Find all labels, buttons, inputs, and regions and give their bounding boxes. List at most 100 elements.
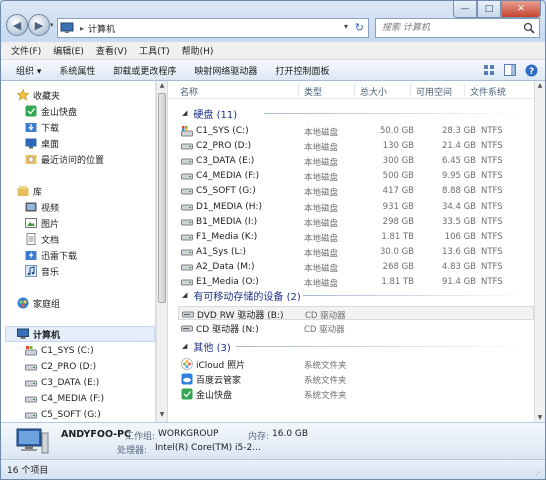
- scroll-up-arrow-icon[interactable]: ▲: [157, 82, 167, 92]
- collapse-triangle-icon[interactable]: ◢: [182, 109, 187, 117]
- dvd-drive-icon: [182, 308, 194, 320]
- help-icon[interactable]: ?: [523, 62, 539, 78]
- back-button[interactable]: ◀: [6, 14, 28, 36]
- sidebar-drive-c[interactable]: C1_SYS (C:): [25, 343, 94, 359]
- sidebar-item-label: 图片: [41, 219, 60, 230]
- sidebar-drive-e[interactable]: C3_DATA (E:): [25, 375, 99, 391]
- cd-drive-icon: [181, 322, 193, 334]
- sidebar-item-label: C3_DATA (E:): [41, 378, 100, 388]
- column-free-space[interactable]: 可用空间: [416, 85, 452, 98]
- device-row[interactable]: DVD RW 驱动器 (B:) CD 驱动器: [178, 306, 534, 321]
- map-network-drive-button[interactable]: 映射网络驱动器: [185, 64, 266, 77]
- disk-row[interactable]: B1_MEDIA (I:) 本地磁盘 298 GB 33.5 GB NTFS: [178, 215, 534, 229]
- refresh-icon[interactable]: ↻: [355, 21, 364, 34]
- column-file-system[interactable]: 文件系统: [470, 85, 506, 98]
- scroll-thumb[interactable]: [158, 93, 166, 303]
- sidebar-computer[interactable]: 计算机: [5, 326, 155, 342]
- disk-row[interactable]: C5_SOFT (G:) 本地磁盘 417 GB 8.88 GB NTFS: [178, 184, 534, 198]
- group-title: 其他 (3): [193, 342, 231, 354]
- hard-drive-icon: [181, 155, 193, 167]
- resize-grip-icon[interactable]: ⋰: [535, 468, 543, 477]
- disk-label: D1_MEDIA (H:): [196, 201, 263, 212]
- disk-row[interactable]: D1_MEDIA (H:) 本地磁盘 931 GB 34.4 GB NTFS: [178, 200, 534, 214]
- sidebar-computer-label: 计算机: [33, 330, 61, 341]
- column-total-size[interactable]: 总大小: [360, 85, 387, 98]
- scroll-down-arrow-icon[interactable]: ▼: [535, 414, 545, 421]
- disk-row[interactable]: F1_Media (K:) 本地磁盘 1.81 TB 106 GB NTFS: [178, 230, 534, 244]
- menu-view[interactable]: 查看(V): [90, 44, 133, 57]
- navigation-scrollbar[interactable]: ▲ ▼: [156, 81, 167, 422]
- disk-total-size: 1.81 TB: [381, 231, 414, 242]
- sidebar-libraries[interactable]: 库: [17, 183, 42, 199]
- open-control-panel-button[interactable]: 打开控制面板: [266, 64, 338, 77]
- column-name[interactable]: 名称: [180, 85, 198, 98]
- sidebar-item-desktop[interactable]: 桌面: [25, 135, 59, 151]
- disk-row[interactable]: C4_MEDIA (F:) 本地磁盘 500 GB 9.95 GB NTFS: [178, 169, 534, 183]
- change-view-icon[interactable]: [481, 62, 497, 78]
- collapse-triangle-icon[interactable]: ◢: [182, 291, 187, 299]
- sidebar-drive-f[interactable]: C4_MEDIA (F:): [25, 391, 104, 407]
- uninstall-program-button[interactable]: 卸载或更改程序: [104, 64, 185, 77]
- disk-row[interactable]: C2_PRO (D:) 本地磁盘 130 GB 21.4 GB NTFS: [178, 139, 534, 153]
- content-scrollbar[interactable]: ▲ ▼: [534, 81, 545, 422]
- menu-tools[interactable]: 工具(T): [133, 44, 176, 57]
- disk-row[interactable]: C1_SYS (C:) 本地磁盘 50.0 GB 28.3 GB NTFS: [178, 124, 534, 138]
- file-list: 名称 类型 总大小 可用空间 文件系统 ◢ 硬盘 (11) C1_SYS (C:…: [168, 81, 534, 422]
- hard-drive-icon: [181, 231, 193, 243]
- menu-help[interactable]: 帮助(H): [176, 44, 220, 57]
- sidebar-item-documents[interactable]: 文档: [25, 231, 59, 247]
- folder-row[interactable]: 金山快盘 系统文件夹: [178, 387, 534, 401]
- device-row[interactable]: CD 驱动器 (N:) CD 驱动器: [178, 321, 534, 335]
- scroll-down-arrow-icon[interactable]: ▼: [157, 411, 167, 421]
- forward-button[interactable]: ▶: [28, 14, 50, 36]
- organize-button[interactable]: 组织 ▾: [7, 64, 50, 77]
- search-input[interactable]: [376, 19, 516, 37]
- scroll-up-arrow-icon[interactable]: ▲: [535, 82, 545, 89]
- maximize-button[interactable]: □: [477, 1, 501, 18]
- close-button[interactable]: ✕: [501, 1, 541, 18]
- folder-row[interactable]: 百度云管家 系统文件夹: [178, 372, 534, 386]
- disk-total-size: 268 GB: [382, 261, 414, 272]
- disk-name: C5_SOFT (G:): [181, 184, 256, 198]
- address-bar[interactable]: ▸ 计算机 ▾ ↻: [57, 18, 369, 38]
- menu-edit[interactable]: 编辑(E): [47, 44, 90, 57]
- system-properties-button[interactable]: 系统属性: [50, 64, 104, 77]
- sidebar-favorites[interactable]: 收藏夹: [17, 87, 60, 103]
- sidebar-item-thunder-downloads[interactable]: 迅雷下载: [25, 247, 77, 263]
- search-icon[interactable]: [523, 22, 535, 34]
- disk-total-size: 1.81 TB: [381, 277, 414, 287]
- breadcrumb-computer[interactable]: 计算机: [84, 22, 115, 35]
- menu-file[interactable]: 文件(F): [5, 44, 47, 57]
- sidebar-item-recent[interactable]: 最近访问的位置: [25, 151, 104, 167]
- minimize-button[interactable]: —: [453, 1, 477, 18]
- disk-label: A1_Sys (L:): [196, 246, 247, 257]
- sidebar-homegroup[interactable]: 家庭组: [17, 295, 60, 311]
- sidebar-drive-g[interactable]: C5_SOFT (G:): [25, 407, 101, 422]
- desktop-icon: [25, 137, 37, 149]
- address-history-dropdown[interactable]: ▾: [344, 22, 348, 31]
- sidebar-item-kuaipan[interactable]: 金山快盘: [25, 103, 77, 119]
- group-header-removable[interactable]: ◢ 有可移动存储的设备 (2): [182, 288, 301, 303]
- disk-label: C1_SYS (C:): [196, 126, 249, 136]
- folder-row[interactable]: iCloud 照片 系统文件夹: [178, 357, 534, 371]
- disk-row[interactable]: A1_Sys (L:) 本地磁盘 30.0 GB 13.6 GB NTFS: [178, 245, 534, 259]
- group-header-disks[interactable]: ◢ 硬盘 (11): [182, 106, 237, 121]
- sidebar-item-label: C5_SOFT (G:): [41, 410, 101, 420]
- sidebar-item-pictures[interactable]: 图片: [25, 215, 59, 231]
- collapse-triangle-icon[interactable]: ◢: [182, 342, 187, 350]
- disk-free-space: 34.4 GB: [441, 201, 476, 212]
- disk-type: 本地磁盘: [304, 263, 339, 274]
- sidebar-item-downloads[interactable]: 下载: [25, 119, 59, 135]
- recent-pages-dropdown[interactable]: ▾: [50, 21, 54, 29]
- breadcrumb-separator[interactable]: ▸: [76, 24, 84, 33]
- sidebar-item-music[interactable]: 音乐: [25, 263, 59, 279]
- baidu-cloud-icon: [181, 373, 193, 385]
- disk-file-system: NTFS: [481, 277, 503, 287]
- preview-pane-icon[interactable]: [502, 62, 518, 78]
- column-type[interactable]: 类型: [304, 85, 322, 98]
- sidebar-item-videos[interactable]: 视频: [25, 199, 59, 215]
- group-header-other[interactable]: ◢ 其他 (3): [182, 339, 231, 354]
- disk-row[interactable]: A2_Data (M:) 本地磁盘 268 GB 4.83 GB NTFS: [178, 260, 534, 274]
- disk-row[interactable]: C3_DATA (E:) 本地磁盘 300 GB 6.45 GB NTFS: [178, 154, 534, 168]
- sidebar-drive-d[interactable]: C2_PRO (D:): [25, 359, 96, 375]
